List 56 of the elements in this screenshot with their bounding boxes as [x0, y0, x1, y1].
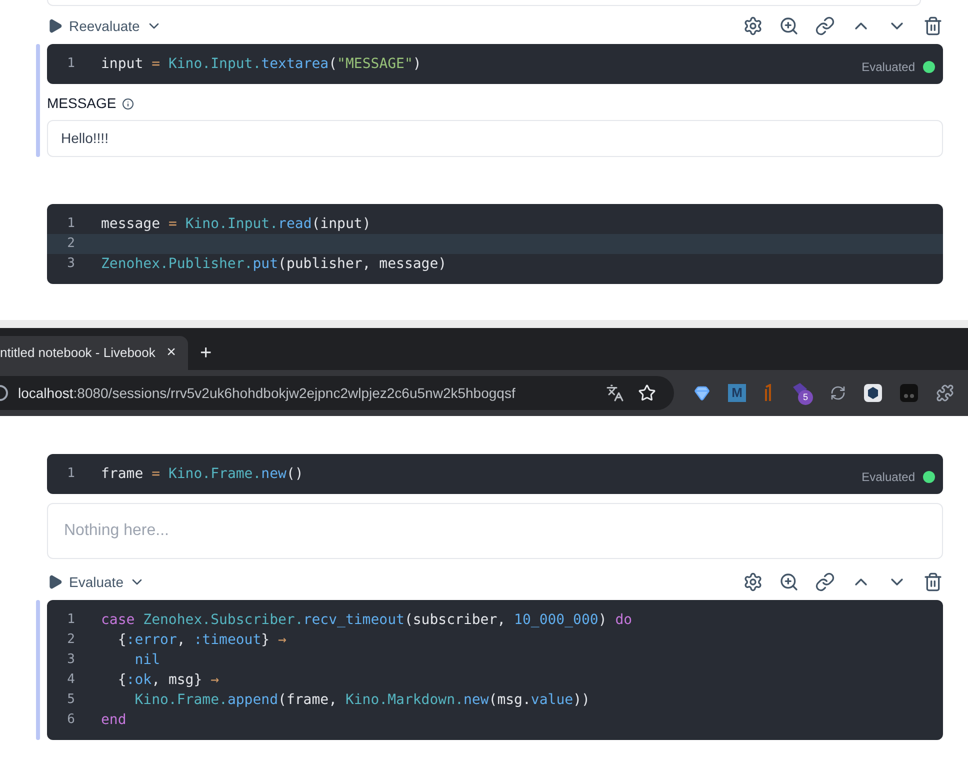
code-line: frame = Kino.Frame.new(): [101, 464, 304, 484]
settings-icon[interactable]: [743, 16, 763, 36]
frame-output: Nothing here...: [47, 503, 943, 559]
line-number: 6: [66, 711, 76, 730]
line-number: 1: [66, 55, 76, 74]
sync-icon[interactable]: [830, 385, 846, 401]
line-number: 2: [66, 631, 76, 650]
status-text: Evaluated: [862, 469, 915, 486]
code-line: Zenohex.Publisher.put(publisher, message): [101, 254, 447, 274]
link-icon[interactable]: [815, 572, 835, 592]
code-line: Kino.Frame.append(frame, Kino.Markdown.new(msg.value)): [134, 690, 590, 710]
puzzle-icon[interactable]: [936, 384, 954, 402]
tally-icon[interactable]: [764, 384, 772, 402]
browser-tab[interactable]: ntitled notebook - Livebook ×: [0, 336, 188, 370]
code-editor[interactable]: 1 message = Kino.Input.read(input) 2 3 Zenohex.Publisher.put(publisher, message): [47, 204, 943, 284]
extension-badge: 5: [798, 390, 813, 405]
code-editor[interactable]: 1 frame = Kino.Frame.new() Evaluated: [47, 454, 943, 494]
play-icon: [47, 18, 63, 34]
code-line: message = Kino.Input.read(input): [101, 214, 371, 234]
line-number: 3: [66, 651, 76, 670]
code-line: {:ok, msg} →: [116, 670, 220, 690]
code-line: case Zenohex.Subscriber.recv_timeout(subscriber, 10_000_000) do: [101, 610, 632, 630]
code-line: {:error, :timeout} →: [116, 630, 286, 650]
new-tab-button[interactable]: +: [200, 336, 212, 370]
info-icon: [122, 98, 134, 110]
gem-icon[interactable]: [694, 385, 710, 401]
delete-icon[interactable]: [923, 16, 943, 36]
line-number: 1: [66, 611, 76, 630]
delete-icon[interactable]: [923, 572, 943, 592]
line-number: 4: [66, 671, 76, 690]
zoom-in-icon[interactable]: [779, 572, 799, 592]
line-number: 1: [66, 465, 76, 484]
message-input[interactable]: Hello!!!!: [47, 120, 943, 157]
settings-icon[interactable]: [743, 572, 763, 592]
status-text: Evaluated: [862, 59, 915, 76]
star-icon[interactable]: [638, 384, 656, 402]
line-number: 3: [66, 255, 76, 274]
url-text: localhost:8080/sessions/rrv5v2uk6hohdbokjw2ejpnc2wlpjez2c6u5nw2k5hbogqsf: [18, 384, 516, 403]
input-label: MESSAGE: [47, 94, 116, 113]
code-line: input = Kino.Input.textarea("MESSAGE"): [101, 54, 422, 74]
code-line: end: [101, 710, 126, 730]
address-bar[interactable]: localhost:8080/sessions/rrv5v2uk6hohdbokjw2ejpnc2wlpjez2c6u5nw2k5hbogqsf: [0, 376, 674, 410]
line-number: 2: [66, 235, 76, 254]
code-editor[interactable]: 1 case Zenohex.Subscriber.recv_timeout(subscriber, 10_000_000) do 2 {:error, :timeout} → 3 nil 4 {:ok, msg} → 5 Kino.Frame.append(frame, Kino.Markdown.new(msg.value)) 6 end: [47, 600, 943, 740]
play-icon: [47, 574, 63, 590]
translate-icon[interactable]: [606, 384, 624, 402]
code-line: nil: [134, 650, 160, 670]
close-button[interactable]: ×: [166, 341, 176, 365]
evaluate-button[interactable]: Reevaluate: [47, 16, 162, 36]
line-number: 1: [66, 215, 76, 234]
extension-icon[interactable]: [900, 384, 918, 402]
line-number: 5: [66, 691, 76, 710]
link-icon[interactable]: [815, 16, 835, 36]
zoom-in-icon[interactable]: [779, 16, 799, 36]
code-editor[interactable]: 1 input = Kino.Input.textarea("MESSAGE") Evaluated: [47, 44, 943, 84]
evaluate-button[interactable]: Evaluate: [47, 572, 146, 592]
